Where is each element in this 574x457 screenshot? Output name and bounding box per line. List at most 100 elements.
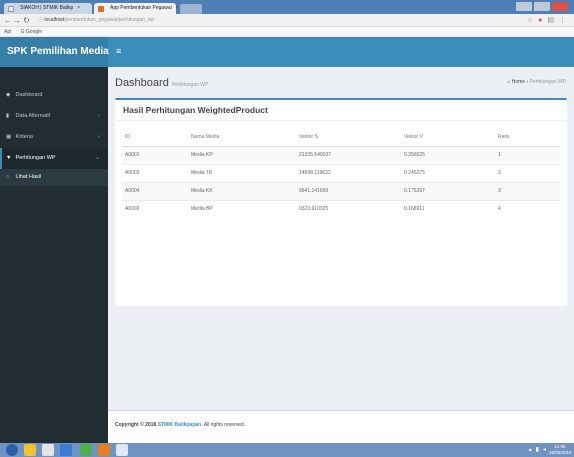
cell-rank: 1 xyxy=(495,145,560,164)
cell-vektor-v: 0.356525 xyxy=(401,145,495,164)
ie-browser-icon[interactable] xyxy=(60,444,72,456)
cell-id: A0004 xyxy=(122,181,188,200)
window-close-button[interactable] xyxy=(552,2,568,11)
cell-nama-media: Media TK xyxy=(188,163,296,182)
browser-toolbar: ← → ↻ ⓘ localhost/pembentukan_pegawai/pe… xyxy=(0,14,574,27)
chrome-icon[interactable] xyxy=(80,444,92,456)
reload-icon[interactable]: ↻ xyxy=(23,16,30,25)
table-header-row: ID Nama Media Vektor S Vektor V Rank xyxy=(122,128,560,147)
sidebar-item-label: Data Alternatif xyxy=(15,113,51,119)
results-table: ID Nama Media Vektor S Vektor V Rank A00… xyxy=(122,128,560,218)
chevron-left-icon: ‹ xyxy=(98,113,100,119)
breadcrumb: ⌂ Home › Perhitungan WP xyxy=(507,79,566,85)
network-icon[interactable]: ▮ xyxy=(536,445,539,455)
content-header: Dashboard Perhitungan WP ⌂ Home › Perhitu… xyxy=(115,73,566,93)
minimize-button[interactable] xyxy=(516,2,532,11)
cell-nama-media: Media KP xyxy=(188,145,296,164)
column-header-vektor-v[interactable]: Vektor V xyxy=(401,128,495,147)
table-row: A0002 Media BP 9323.610325 0.168911 4 xyxy=(122,199,560,218)
column-header-vektor-s[interactable]: Vektor S xyxy=(296,128,401,147)
cell-id: A0003 xyxy=(122,163,188,182)
chevron-down-icon: ⌄ xyxy=(95,155,100,161)
app-brand[interactable]: SPK Pemilihan Media xyxy=(0,37,109,67)
browser-tab-strip: SIAKOH | STMIK Balikp × App Pembentukan P… xyxy=(0,0,574,14)
menu-dots-icon[interactable]: ⋮ xyxy=(559,16,566,25)
column-header-rank[interactable]: Rank xyxy=(495,128,560,147)
sidebar-item-label: Dashboard xyxy=(15,92,43,98)
tray-arrow-icon[interactable]: ▴ xyxy=(529,445,532,455)
browser-tab-app[interactable]: App Pembentukan Pegawai × xyxy=(94,3,179,14)
new-tab-button[interactable] xyxy=(180,4,202,14)
list-icon: ▦ xyxy=(6,134,12,140)
extension-icon[interactable]: ● xyxy=(538,16,542,25)
sidebar-toggle-icon[interactable]: ≡ xyxy=(116,46,121,57)
extension-icon[interactable]: ▤ xyxy=(547,16,554,25)
window-controls xyxy=(516,2,568,11)
breadcrumb-separator: › xyxy=(526,79,529,85)
table-row: A0001 Media KP 21335.540037 0.356525 1 xyxy=(122,145,560,164)
sidebar-item-label: Kriteria xyxy=(15,134,33,140)
sidebar-item-perhitungan-wp[interactable]: ▼ Perhitungan WP ⌄ xyxy=(0,148,108,169)
page-favicon-icon xyxy=(8,6,14,12)
taskbar-clock[interactable]: 11:06 26/05/2018 xyxy=(549,444,572,456)
browser-tab-siakoh[interactable]: SIAKOH | STMIK Balikp × xyxy=(4,3,92,14)
cell-rank: 2 xyxy=(495,163,560,182)
tab-label: SIAKOH | STMIK Balikp xyxy=(20,5,74,11)
close-icon[interactable]: × xyxy=(77,5,80,11)
sidebar-item-dashboard[interactable]: ◆ Dashboard xyxy=(0,85,108,106)
data-icon: ▮ xyxy=(6,113,10,119)
breadcrumb-home[interactable]: Home xyxy=(512,79,525,85)
bookmarks-bar: Apl G Google xyxy=(0,27,574,37)
tab-label: App Pembentukan Pegawai xyxy=(110,5,172,11)
cell-id: A0001 xyxy=(122,145,188,164)
footer-link[interactable]: STMIK Balikpapan. xyxy=(158,422,203,428)
forward-arrow-icon[interactable]: → xyxy=(13,16,21,25)
start-button-icon[interactable] xyxy=(6,444,18,456)
sidebar-item-data-alternatif[interactable]: ▮ Data Alternatif ‹ xyxy=(0,106,108,127)
cell-vektor-s: 14698.119632 xyxy=(296,163,401,182)
bookmark-google[interactable]: G Google xyxy=(21,29,42,35)
column-header-id[interactable]: ID xyxy=(122,128,188,147)
address-path: /pembentukan_pegawai/perhitungan_wp xyxy=(64,17,155,23)
back-arrow-icon[interactable]: ← xyxy=(4,16,12,25)
app-header: SPK Pemilihan Media ≡ xyxy=(0,37,574,67)
cell-rank: 4 xyxy=(495,199,560,218)
address-bar[interactable]: ⓘ localhost/pembentukan_pegawai/perhitun… xyxy=(38,16,258,25)
chart-icon: ▼ xyxy=(6,155,12,161)
maximize-button[interactable] xyxy=(534,2,550,11)
page-title: Dashboard xyxy=(115,77,169,89)
app-icon[interactable] xyxy=(98,444,110,456)
cell-vektor-v: 0.245275 xyxy=(401,163,495,182)
clock-date: 26/05/2018 xyxy=(549,450,572,455)
file-explorer-icon[interactable] xyxy=(24,444,36,456)
close-icon[interactable]: × xyxy=(176,5,179,11)
page-subtitle: Perhitungan WP xyxy=(171,82,209,88)
cell-vektor-s: 9641.141659 xyxy=(296,181,401,200)
table-row: A0003 Media TK 14698.119632 0.245275 2 xyxy=(122,163,560,182)
address-host: localhost xyxy=(44,17,65,23)
cell-vektor-v: 0.175297 xyxy=(401,181,495,200)
sidebar-item-label: Perhitungan WP xyxy=(15,155,56,161)
results-title: Hasil Perhitungan WeightedProduct xyxy=(115,100,567,121)
bookmark-apps[interactable]: Apl xyxy=(4,29,11,35)
star-icon[interactable]: ☆ xyxy=(527,16,533,25)
sidebar-item-kriteria[interactable]: ▦ Kriteria ‹ xyxy=(0,127,108,148)
cell-vektor-s: 21335.540037 xyxy=(296,145,401,164)
footer-copyright: Copyright © 2018 xyxy=(115,422,157,428)
column-header-nama-media[interactable]: Nama Media xyxy=(188,128,296,147)
sidebar-item-lihat-hasil[interactable]: ○ Lihat Hasil xyxy=(0,169,108,186)
cell-vektor-s: 9323.610325 xyxy=(296,199,401,218)
sidebar-submenu: ○ Lihat Hasil xyxy=(0,169,108,186)
breadcrumb-current: Perhitungan WP xyxy=(529,79,566,85)
cell-nama-media: Media BP xyxy=(188,199,296,218)
media-player-icon[interactable] xyxy=(42,444,54,456)
cell-id: A0002 xyxy=(122,199,188,218)
page-favicon-icon xyxy=(98,6,104,12)
document-icon[interactable] xyxy=(116,444,128,456)
volume-icon[interactable]: ◂ xyxy=(543,445,546,455)
dashboard-icon: ◆ xyxy=(6,92,11,98)
cell-vektor-v: 0.168911 xyxy=(401,199,495,218)
circle-icon: ○ xyxy=(6,174,10,180)
cell-nama-media: Media KK xyxy=(188,181,296,200)
system-tray: ▴ ▮ ◂ xyxy=(529,445,546,455)
